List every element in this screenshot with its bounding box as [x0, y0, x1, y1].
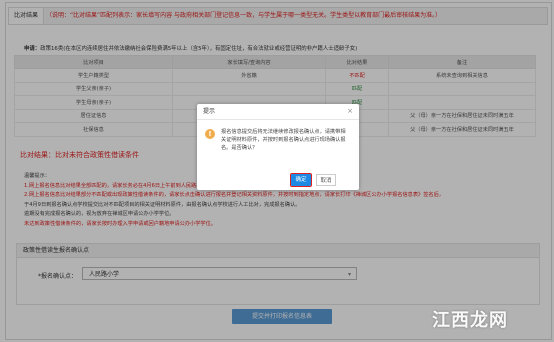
dialog-message: 报名信息提交后将无法继续修改报名确认点，请携带相关证明材料原件，并按时到报名确认… [221, 129, 346, 151]
watermark-logo: 江西龙网 [432, 310, 508, 331]
close-icon[interactable]: × [347, 104, 353, 119]
confirm-dialog: 提示 × ! 报名信息提交后将无法继续修改报名确认点，请携带相关证明材料原件，并… [197, 104, 359, 190]
dialog-header: 提示 × [197, 104, 359, 120]
dialog-title: 提示 [203, 108, 216, 115]
cancel-button[interactable]: 取消 [316, 174, 336, 186]
warning-icon: ! [205, 129, 215, 139]
ok-button[interactable]: 确定 [289, 172, 313, 188]
